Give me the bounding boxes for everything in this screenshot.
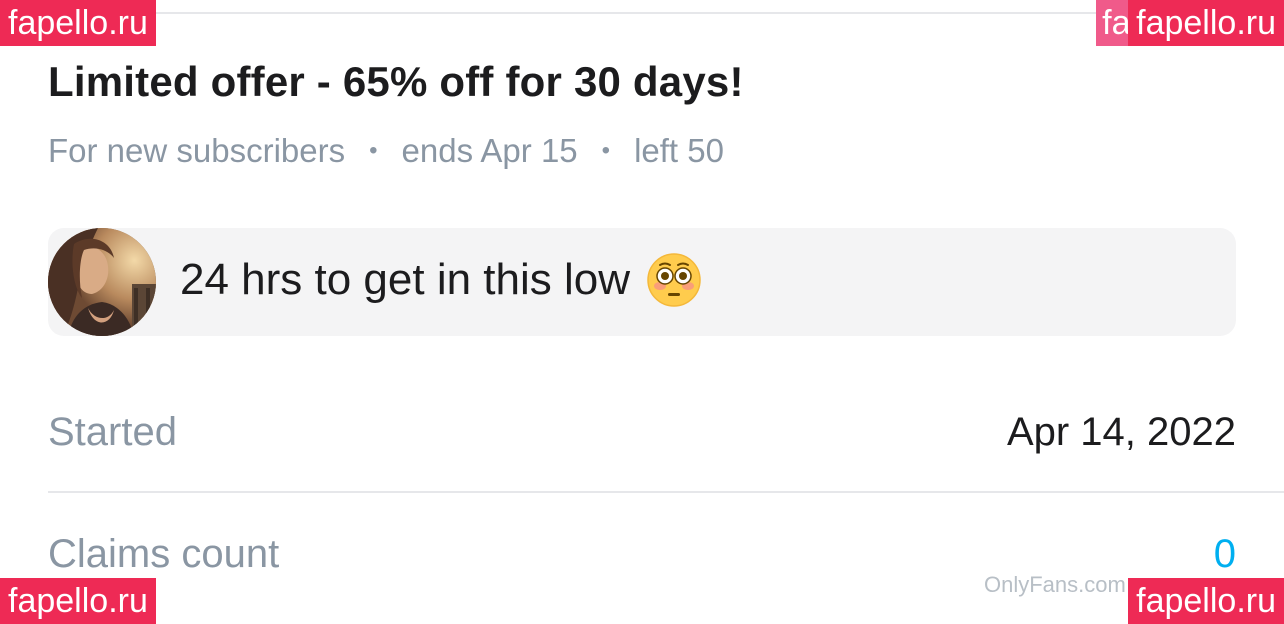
watermark-badge-bottom-left: fapello.ru <box>0 578 156 624</box>
offer-message-text: 24 hrs to get in this low <box>180 255 631 304</box>
offer-details-screen: Limited offer - 65% off for 30 days! For… <box>0 0 1284 624</box>
watermark-badge-top-right: fa fapello.ru <box>1096 0 1284 46</box>
claims-label: Claims count <box>48 531 280 576</box>
offer-message: 24 hrs to get in this low <box>180 252 702 308</box>
separator-dot: • <box>601 137 611 164</box>
avatar[interactable] <box>48 228 156 336</box>
offer-title: Limited offer - 65% off for 30 days! <box>48 58 744 105</box>
watermark-badge-partial: fa <box>1096 0 1129 46</box>
watermark-badge-bottom-right: fapello.ru <box>1128 578 1284 624</box>
row-divider <box>48 491 1284 493</box>
offer-end-date: ends Apr 15 <box>401 132 578 169</box>
site-watermark: OnlyFans.com <box>984 572 1126 597</box>
watermark-badge-top-left: fapello.ru <box>0 0 156 46</box>
started-row: Started Apr 14, 2022 <box>48 404 1236 460</box>
avatar-photo <box>48 228 156 336</box>
separator-dot: • <box>369 137 378 164</box>
offer-audience: For new subscribers <box>48 132 346 169</box>
watermark-badge-text: fapello.ru <box>1128 0 1284 46</box>
started-value: Apr 14, 2022 <box>1006 409 1236 454</box>
offer-meta: For new subscribers • ends Apr 15 • left… <box>48 132 724 170</box>
started-label: Started <box>48 409 177 454</box>
claims-count-link[interactable]: 0 <box>1214 532 1236 577</box>
flushed-face-icon <box>647 253 701 307</box>
offer-remaining: left 50 <box>634 132 724 169</box>
